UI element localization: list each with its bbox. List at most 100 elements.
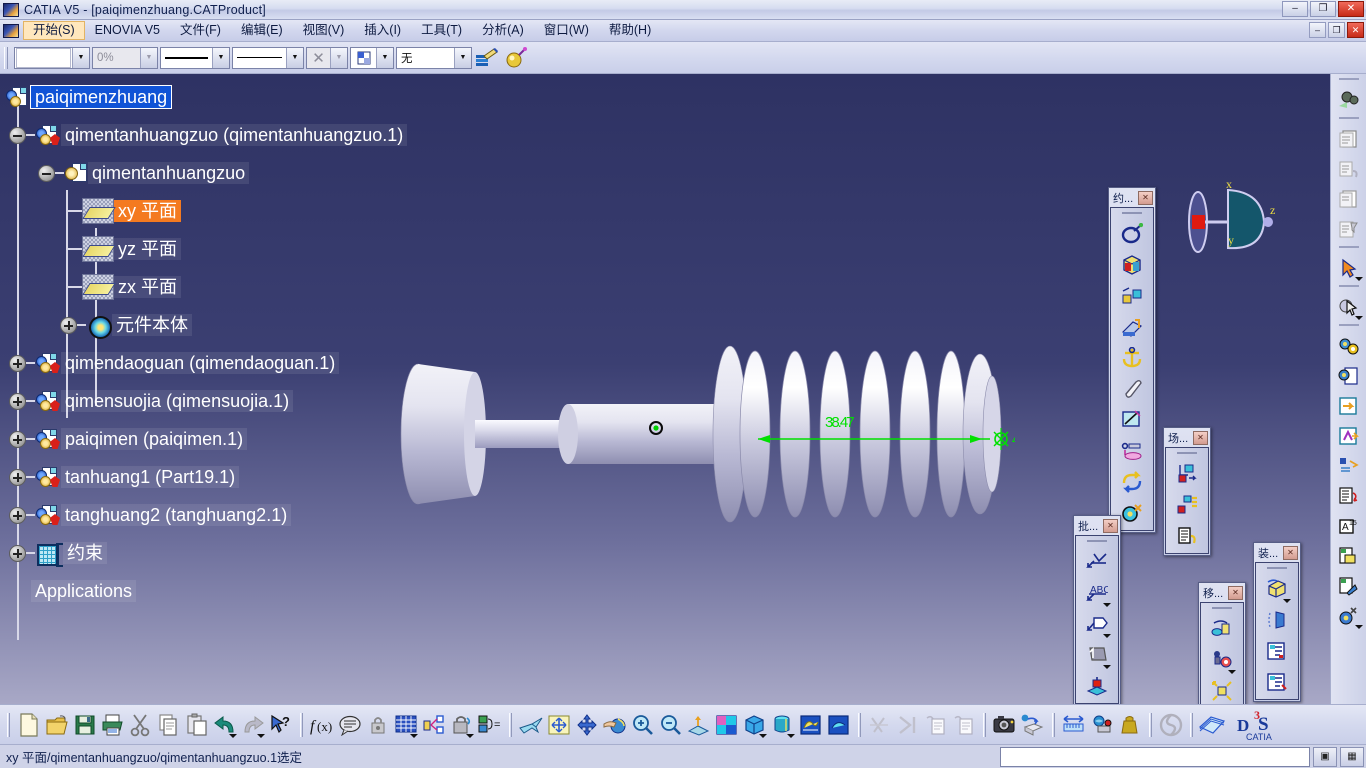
fill-color-combo[interactable]: ▼ xyxy=(14,46,90,69)
constraint-flexible-rigid-icon[interactable] xyxy=(1117,498,1147,528)
cut-section-icon[interactable] xyxy=(866,709,894,741)
document-minimize-button[interactable]: – xyxy=(1309,22,1326,38)
chevron-down-icon[interactable]: ▼ xyxy=(376,47,393,68)
close-icon[interactable]: ✕ xyxy=(1193,431,1208,445)
print-icon[interactable] xyxy=(99,709,127,741)
constraint-contact-icon[interactable] xyxy=(1117,250,1147,280)
palette-title-bar[interactable]: 装... ✕ xyxy=(1255,544,1299,562)
product-structure-icon[interactable] xyxy=(1333,331,1365,361)
rotate-icon[interactable] xyxy=(601,709,629,741)
chevron-down-icon[interactable]: ▼ xyxy=(454,47,471,68)
annotation-flag-note-icon[interactable] xyxy=(1082,609,1112,639)
parameter-icon[interactable] xyxy=(420,709,448,741)
3d-viewport[interactable]: paiqimenzhuang qimentanhuangzuo (qimenta… xyxy=(0,74,1330,704)
palette-drag-handle[interactable] xyxy=(1212,607,1232,610)
fit-all-in-icon[interactable] xyxy=(545,709,573,741)
new-part-doc-icon[interactable] xyxy=(1333,361,1365,391)
scene-create-icon[interactable] xyxy=(1172,459,1202,489)
palette-title-bar[interactable]: 约... ✕ xyxy=(1110,189,1154,207)
move-explode-icon[interactable] xyxy=(1207,676,1237,704)
measure-between-icon[interactable] xyxy=(1060,709,1088,741)
close-icon[interactable]: ✕ xyxy=(1103,519,1118,533)
manage-representation-icon[interactable] xyxy=(1333,571,1365,601)
export-icon[interactable] xyxy=(1333,391,1365,421)
quick-view-icon[interactable] xyxy=(713,709,741,741)
tree-expand-toggle[interactable] xyxy=(9,468,26,486)
paste-icon[interactable] xyxy=(183,709,211,741)
tree-expand-toggle[interactable] xyxy=(9,392,26,410)
window-close-button[interactable]: ✕ xyxy=(1338,1,1364,17)
design-table-icon[interactable] xyxy=(392,709,420,741)
constraint-coincidence-icon[interactable] xyxy=(1117,219,1147,249)
comment-icon[interactable] xyxy=(336,709,364,741)
chevron-down-icon[interactable]: ▼ xyxy=(212,47,229,68)
menu-tools[interactable]: 工具(T) xyxy=(411,21,472,40)
tree-node-zx-plane[interactable]: zx 平面 xyxy=(0,268,560,306)
save-document-icon[interactable] xyxy=(71,709,99,741)
enovia-link-icon[interactable] xyxy=(1157,709,1185,741)
catalog-list2-icon[interactable] xyxy=(950,709,978,741)
constraint-change-icon[interactable] xyxy=(1117,436,1147,466)
lock-param-icon[interactable] xyxy=(448,709,476,741)
tree-expand-toggle[interactable] xyxy=(9,354,26,372)
catalog-browser-icon[interactable] xyxy=(1333,124,1365,154)
tree-node-qimentanhuangzuo-part[interactable]: qimentanhuangzuo xyxy=(0,154,560,192)
catalog-paste-icon[interactable] xyxy=(1333,184,1365,214)
palette-move[interactable]: 移... ✕ xyxy=(1198,582,1246,704)
cut-icon[interactable] xyxy=(127,709,155,741)
documentation-icon[interactable] xyxy=(1198,709,1226,741)
undo-icon[interactable] xyxy=(211,709,239,741)
close-icon[interactable]: ✕ xyxy=(1138,191,1153,205)
flexible-rigid-sub-icon[interactable] xyxy=(1333,601,1365,631)
open-document-icon[interactable] xyxy=(43,709,71,741)
annotation-view-icon[interactable] xyxy=(1082,671,1112,701)
annotation-text-icon[interactable]: ABC xyxy=(1082,578,1112,608)
distance-section-icon[interactable] xyxy=(894,709,922,741)
update-all-icon[interactable] xyxy=(1333,85,1365,115)
line-type-combo[interactable]: ▼ xyxy=(232,46,304,69)
palette-title-bar[interactable]: 场... ✕ xyxy=(1165,429,1209,447)
constraint-fix-together-icon[interactable] xyxy=(1117,374,1147,404)
new-document-icon[interactable] xyxy=(15,709,43,741)
window-maximize-button[interactable]: ❐ xyxy=(1310,1,1336,17)
palette-title-bar[interactable]: 批... ✕ xyxy=(1075,517,1119,535)
zoom-out-icon[interactable] xyxy=(657,709,685,741)
menu-insert[interactable]: 插入(I) xyxy=(354,21,411,40)
pan-icon[interactable] xyxy=(573,709,601,741)
formula-icon[interactable]: f (x) xyxy=(308,709,336,741)
palette-scene[interactable]: 场... ✕ xyxy=(1163,427,1211,556)
assembly-existing-component-icon[interactable] xyxy=(1262,605,1292,635)
assembly-graph-tree-reorder-icon[interactable] xyxy=(1262,667,1292,697)
constraint-angle-icon[interactable] xyxy=(1117,312,1147,342)
constraint-reuse-pattern-icon[interactable] xyxy=(1117,467,1147,497)
line-thickness-combo[interactable]: ▼ xyxy=(160,46,230,69)
format-painter-icon[interactable] xyxy=(474,45,500,71)
chevron-down-icon[interactable]: ▼ xyxy=(140,47,157,68)
copy-icon[interactable] xyxy=(155,709,183,741)
move-snap-icon[interactable] xyxy=(1207,645,1237,675)
scene-enhanced-icon[interactable] xyxy=(1172,490,1202,520)
camera-capture-icon[interactable] xyxy=(991,709,1019,741)
close-icon[interactable]: ✕ xyxy=(1283,546,1298,560)
constraint-offset-icon[interactable] xyxy=(1117,281,1147,311)
create-scene-icon[interactable] xyxy=(1019,709,1047,741)
tree-expand-toggle[interactable] xyxy=(9,506,26,524)
window-minimize-button[interactable]: – xyxy=(1282,1,1308,17)
select-trap-icon[interactable] xyxy=(1333,292,1365,322)
assembly-new-part-icon[interactable] xyxy=(1262,574,1292,604)
toolbar-grip[interactable] xyxy=(4,46,8,69)
scene-browser-icon[interactable] xyxy=(1172,521,1202,551)
reorder-tree-icon[interactable] xyxy=(1333,481,1365,511)
tree-collapse-toggle[interactable] xyxy=(9,126,26,144)
view-compass[interactable]: x y z xyxy=(1182,174,1292,269)
annotation-picture-icon[interactable] xyxy=(1082,640,1112,670)
menu-file[interactable]: 文件(F) xyxy=(170,21,231,40)
move-manipulation-icon[interactable] xyxy=(1207,614,1237,644)
transparency-combo[interactable]: 0% ▼ xyxy=(92,46,158,69)
tree-node-paiqimenzhuang[interactable]: paiqimenzhuang xyxy=(0,78,560,116)
point-symbol-combo[interactable]: ✕ ▼ xyxy=(306,46,348,69)
tree-collapse-toggle[interactable] xyxy=(38,164,55,182)
menu-edit[interactable]: 编辑(E) xyxy=(231,21,293,40)
palette-drag-handle[interactable] xyxy=(1122,212,1142,215)
equivalent-dimension-icon[interactable]: = xyxy=(476,709,504,741)
